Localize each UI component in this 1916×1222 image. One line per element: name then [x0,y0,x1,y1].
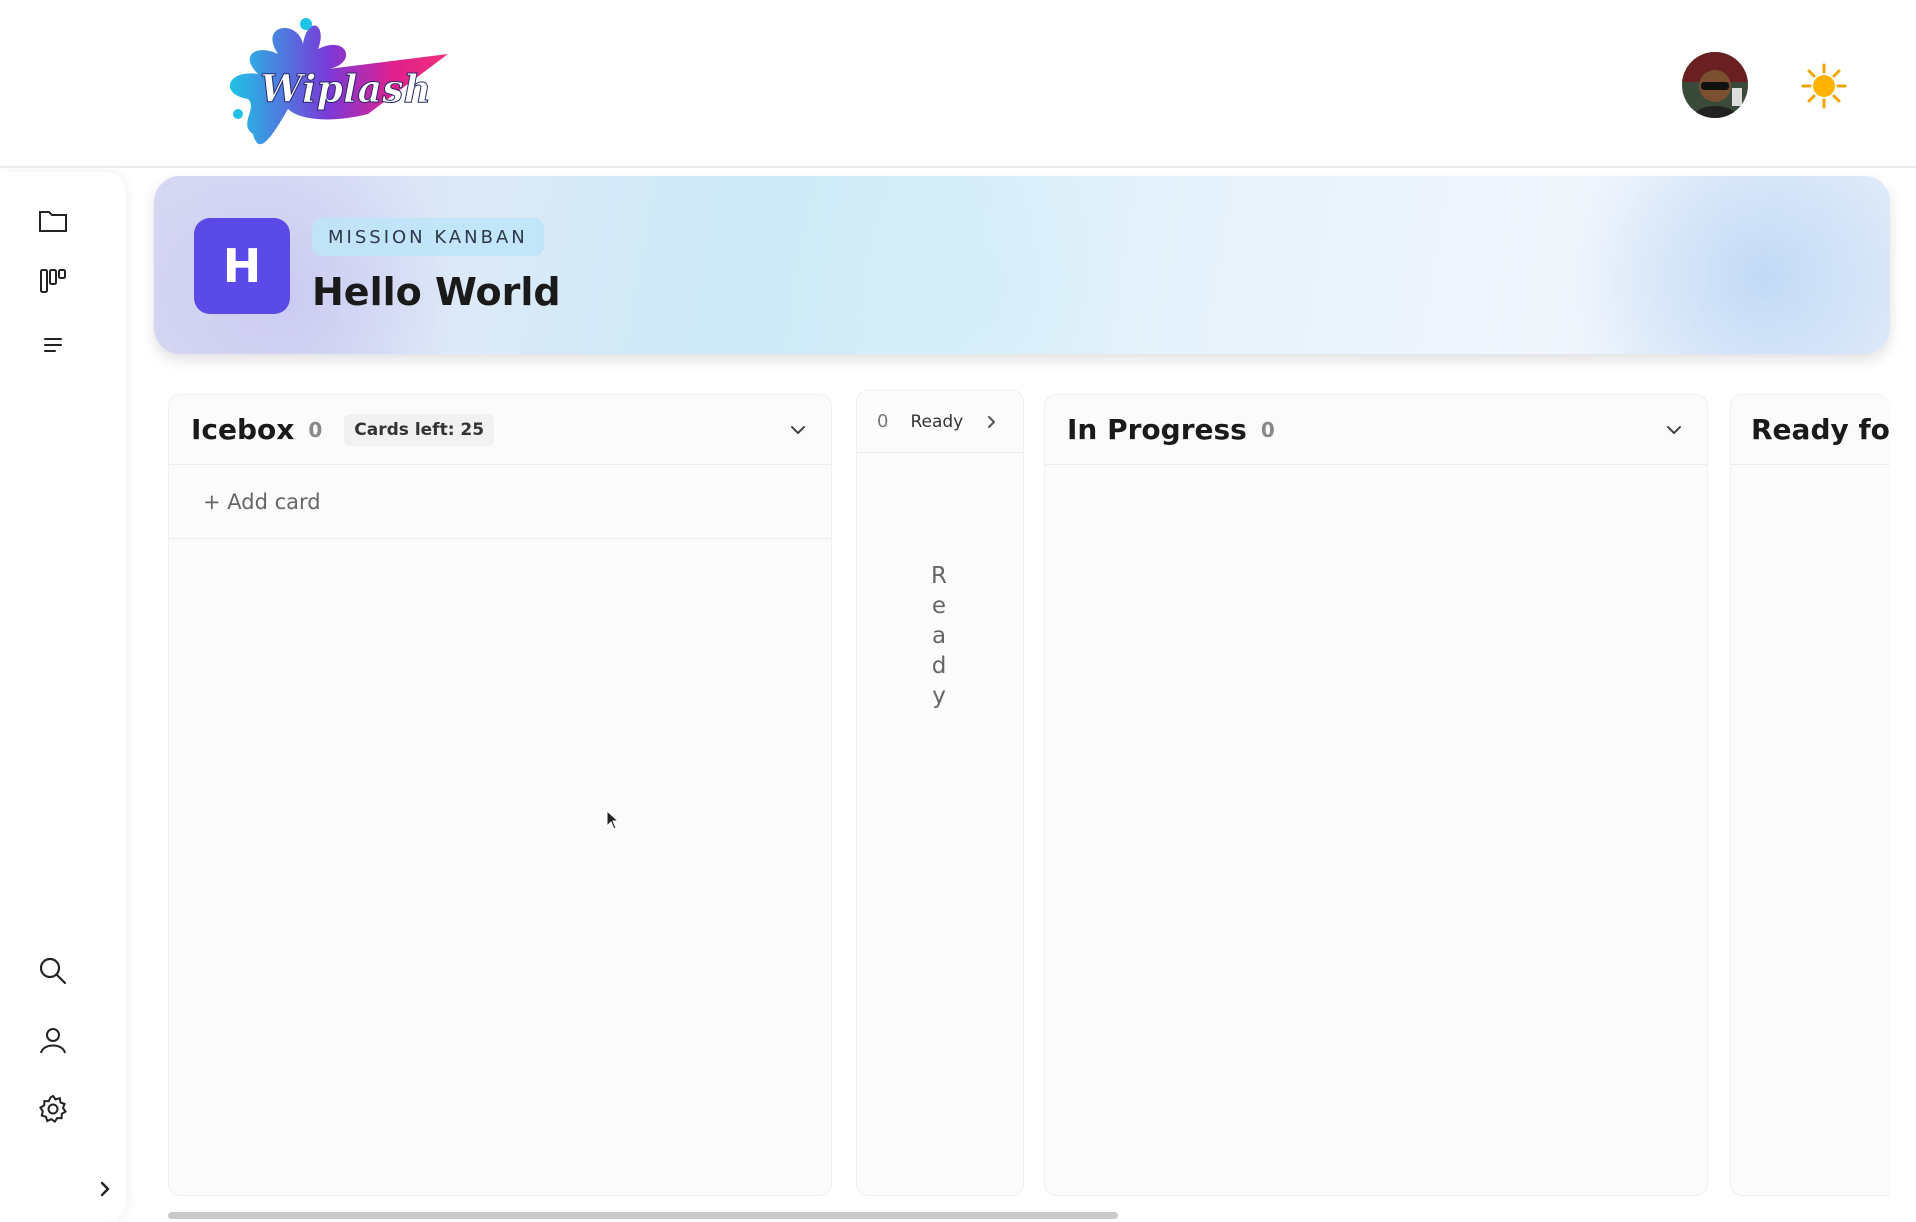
column-in-progress: In Progress 0 [1044,394,1708,1196]
column-ready-for: Ready for y [1730,394,1890,1196]
user-avatar[interactable] [1682,52,1748,118]
page-title: Hello World [312,270,561,314]
sidebar-expand-button[interactable] [92,1174,118,1204]
sidebar-item-search[interactable] [30,948,76,994]
board-type-tag: MISSION KANBAN [312,218,544,256]
column-title: Ready for y [1751,413,1890,446]
column-icebox: Icebox 0 Cards left: 25 + Add card [168,394,832,1196]
gear-icon [38,1094,67,1123]
banner-decoration [754,176,1154,354]
sidebar-item-kanban[interactable] [30,258,76,304]
vertical-label-letter: y [932,683,948,709]
column-count: 0 [877,411,889,432]
column-header: Icebox 0 Cards left: 25 [169,395,831,465]
folder-icon [39,211,67,232]
list-icon [44,338,62,352]
kanban-icon [40,269,66,293]
add-card-button[interactable]: + Add card [169,465,831,539]
sidebar-item-projects[interactable] [30,198,76,244]
column-header: Ready for y [1731,395,1890,465]
column-count: 0 [308,417,323,442]
banner-decoration [1554,176,1890,354]
wiplash-logo[interactable]: Wiplash [218,14,458,156]
column-title: In Progress [1067,413,1247,446]
chevron-down-icon[interactable] [787,419,809,441]
vertical-label-letter: a [931,623,949,649]
user-icon [40,1028,66,1054]
top-bar: Wiplash [0,0,1916,168]
sidebar-item-list[interactable] [30,322,76,368]
sun-icon[interactable] [1800,62,1848,110]
horizontal-scrollbar[interactable] [168,1212,1118,1219]
chevron-right-icon [100,1181,110,1197]
logo-text: Wiplash [260,66,431,111]
vertical-label-letter: R [931,563,949,589]
column-header: In Progress 0 [1045,395,1707,465]
column-header[interactable]: 0 Ready [857,391,1023,453]
sidebar [0,172,126,1222]
vertical-label-letter: e [931,593,949,619]
column-title: Ready [910,411,964,432]
mouse-cursor-icon [606,810,620,830]
sidebar-item-settings[interactable] [30,1086,76,1132]
column-ready-collapsed[interactable]: 0 Ready Ready [856,390,1024,1196]
column-count: 0 [1260,417,1275,442]
project-banner: H MISSION KANBAN Hello World [154,176,1890,354]
search-icon [39,957,67,985]
vertical-label-letter: d [931,653,949,679]
vertical-column-label: Ready [857,561,1023,711]
cards-left-badge: Cards left: 25 [344,413,495,446]
project-badge: H [194,218,290,314]
column-title: Icebox [191,413,295,446]
chevron-down-icon[interactable] [1663,419,1685,441]
kanban-board: Icebox 0 Cards left: 25 + Add card 0 Rea… [154,390,1890,1222]
sidebar-item-profile[interactable] [30,1018,76,1064]
chevron-right-icon[interactable] [983,413,1001,431]
